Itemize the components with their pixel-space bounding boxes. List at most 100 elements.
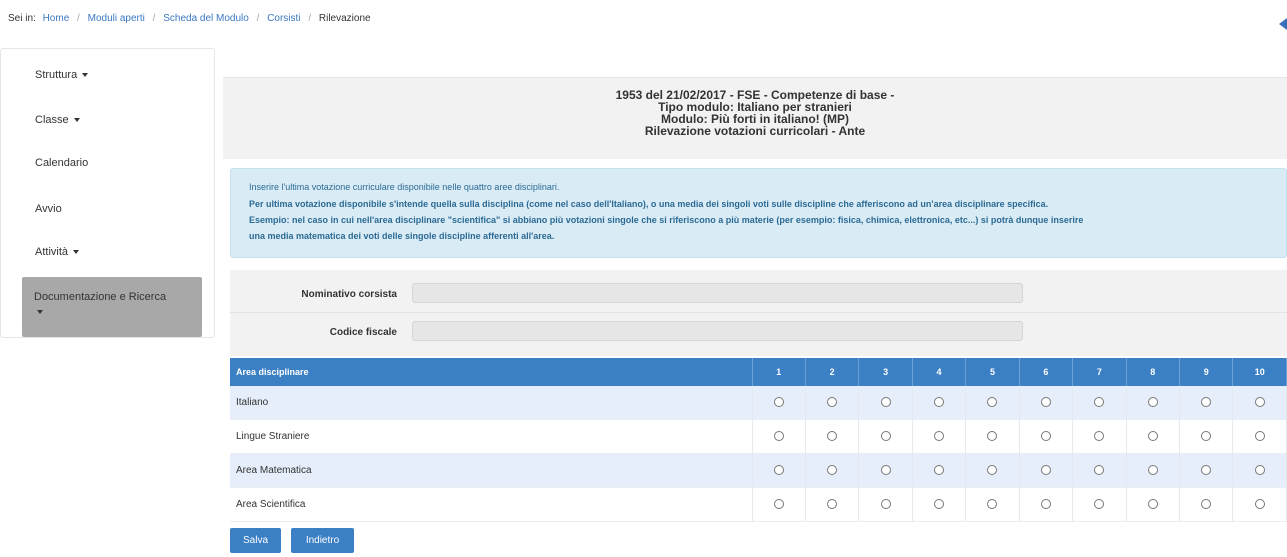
breadcrumb-separator: / — [152, 13, 156, 24]
breadcrumb-link-moduli-aperti[interactable]: Moduli aperti — [88, 13, 145, 24]
sidebar-item-classe[interactable]: Classe — [35, 114, 80, 126]
score-radio[interactable] — [1094, 465, 1105, 476]
score-cell — [1179, 487, 1234, 522]
score-radio[interactable] — [880, 397, 891, 408]
sidebar-item-attivita[interactable]: Attività — [35, 246, 80, 258]
score-cell — [965, 487, 1020, 522]
score-cell — [858, 386, 913, 420]
column-header-score: 7 — [1072, 358, 1127, 386]
score-radio[interactable] — [1094, 397, 1105, 408]
score-radio[interactable] — [1147, 465, 1158, 476]
score-radio[interactable] — [773, 431, 784, 442]
score-radio[interactable] — [1040, 397, 1051, 408]
breadcrumb-link-home[interactable]: Home — [43, 13, 70, 24]
score-radio[interactable] — [880, 465, 891, 476]
column-header-score: 3 — [858, 358, 913, 386]
score-cell — [805, 386, 860, 420]
score-radio[interactable] — [1254, 465, 1265, 476]
score-cell — [752, 453, 806, 488]
score-radio[interactable] — [1147, 397, 1158, 408]
score-radio[interactable] — [1040, 499, 1051, 510]
score-cell — [1232, 487, 1287, 522]
score-radio[interactable] — [1254, 499, 1265, 510]
score-radio[interactable] — [987, 431, 998, 442]
table-row: Area Matematica — [230, 453, 1287, 488]
breadcrumb-link-scheda-modulo[interactable]: Scheda del Modulo — [163, 13, 249, 24]
score-radio[interactable] — [1094, 431, 1105, 442]
caret-down-icon — [37, 310, 43, 314]
score-cell — [1072, 419, 1127, 454]
caret-down-icon — [82, 73, 89, 78]
area-label: Area Matematica — [230, 453, 753, 488]
table-row: Area Scientifica — [230, 487, 1287, 522]
score-radio[interactable] — [1201, 465, 1212, 476]
column-header-score: 2 — [805, 358, 860, 386]
score-radio[interactable] — [1147, 499, 1158, 510]
score-cell — [1019, 419, 1074, 454]
score-radio[interactable] — [1147, 431, 1158, 442]
score-cell — [1179, 419, 1234, 454]
score-radio[interactable] — [1040, 431, 1051, 442]
sidebar-item-label: Documentazione e Ricerca — [34, 291, 167, 303]
info-text: Per ultima votazione disponibile s'inten… — [249, 199, 1049, 209]
score-radio[interactable] — [773, 397, 784, 408]
score-radio[interactable] — [827, 397, 838, 408]
score-cell — [1072, 386, 1127, 420]
column-header-score: 4 — [912, 358, 967, 386]
column-header-score: 5 — [965, 358, 1020, 386]
score-radio[interactable] — [1201, 499, 1212, 510]
score-radio[interactable] — [987, 465, 998, 476]
sidebar-item-label: Classe — [35, 114, 69, 126]
info-text: Inserire l'ultima votazione curriculare … — [249, 182, 560, 192]
score-cell — [858, 487, 913, 522]
column-header-score: 8 — [1126, 358, 1181, 386]
sidebar-item-label: Avvio — [35, 203, 62, 215]
score-cell — [752, 487, 806, 522]
score-radio[interactable] — [934, 499, 945, 510]
score-radio[interactable] — [1094, 499, 1105, 510]
score-cell — [805, 419, 860, 454]
save-button[interactable]: Salva — [230, 528, 281, 553]
breadcrumb-separator: / — [77, 13, 80, 24]
header-line-rilevazione: Rilevazione votazioni curricolari - Ante — [644, 124, 866, 138]
column-header-score: 10 — [1232, 358, 1287, 386]
sidebar-item-avvio[interactable]: Avvio — [35, 203, 62, 215]
sidebar-item-documentazione[interactable]: Documentazione e Ricerca — [22, 277, 202, 337]
score-cell — [858, 419, 913, 454]
sidebar-item-struttura[interactable]: Struttura — [35, 69, 89, 81]
area-label: Area Scientifica — [230, 487, 753, 522]
score-radio[interactable] — [1254, 431, 1265, 442]
score-radio[interactable] — [773, 499, 784, 510]
info-text: Esempio: nel caso in cui nell'area disci… — [249, 215, 1084, 225]
score-radio[interactable] — [1201, 397, 1212, 408]
sidebar-item-calendario[interactable]: Calendario — [35, 157, 88, 169]
breadcrumb-link-corsisti[interactable]: Corsisti — [267, 13, 300, 24]
breadcrumb-separator: / — [256, 13, 260, 24]
info-text: una media matematica dei voti delle sing… — [249, 231, 555, 241]
score-cell — [1072, 453, 1127, 488]
codice-fiscale-label: Codice fiscale — [329, 327, 397, 338]
score-radio[interactable] — [827, 465, 838, 476]
score-radio[interactable] — [987, 397, 998, 408]
column-header-score: 6 — [1019, 358, 1074, 386]
score-radio[interactable] — [773, 465, 784, 476]
score-radio[interactable] — [1201, 431, 1212, 442]
score-radio[interactable] — [987, 499, 998, 510]
grades-table: Area disciplinare 1 2 3 4 5 6 7 8 9 10 Italiano Li… — [230, 358, 1287, 522]
back-button[interactable]: Indietro — [291, 528, 354, 553]
sidebar-item-label: Calendario — [35, 157, 89, 169]
score-radio[interactable] — [1254, 397, 1265, 408]
score-radio[interactable] — [827, 431, 838, 442]
score-radio[interactable] — [880, 431, 891, 442]
table-row: Lingue Straniere — [230, 419, 1287, 454]
score-cell — [912, 487, 967, 522]
score-radio[interactable] — [934, 397, 945, 408]
score-radio[interactable] — [880, 499, 891, 510]
score-radio[interactable] — [934, 465, 945, 476]
score-radio[interactable] — [934, 431, 945, 442]
score-cell — [965, 453, 1020, 488]
score-radio[interactable] — [827, 499, 838, 510]
score-radio[interactable] — [1040, 465, 1051, 476]
collapse-arrow-icon[interactable] — [1279, 18, 1287, 30]
score-cell — [1179, 386, 1234, 420]
